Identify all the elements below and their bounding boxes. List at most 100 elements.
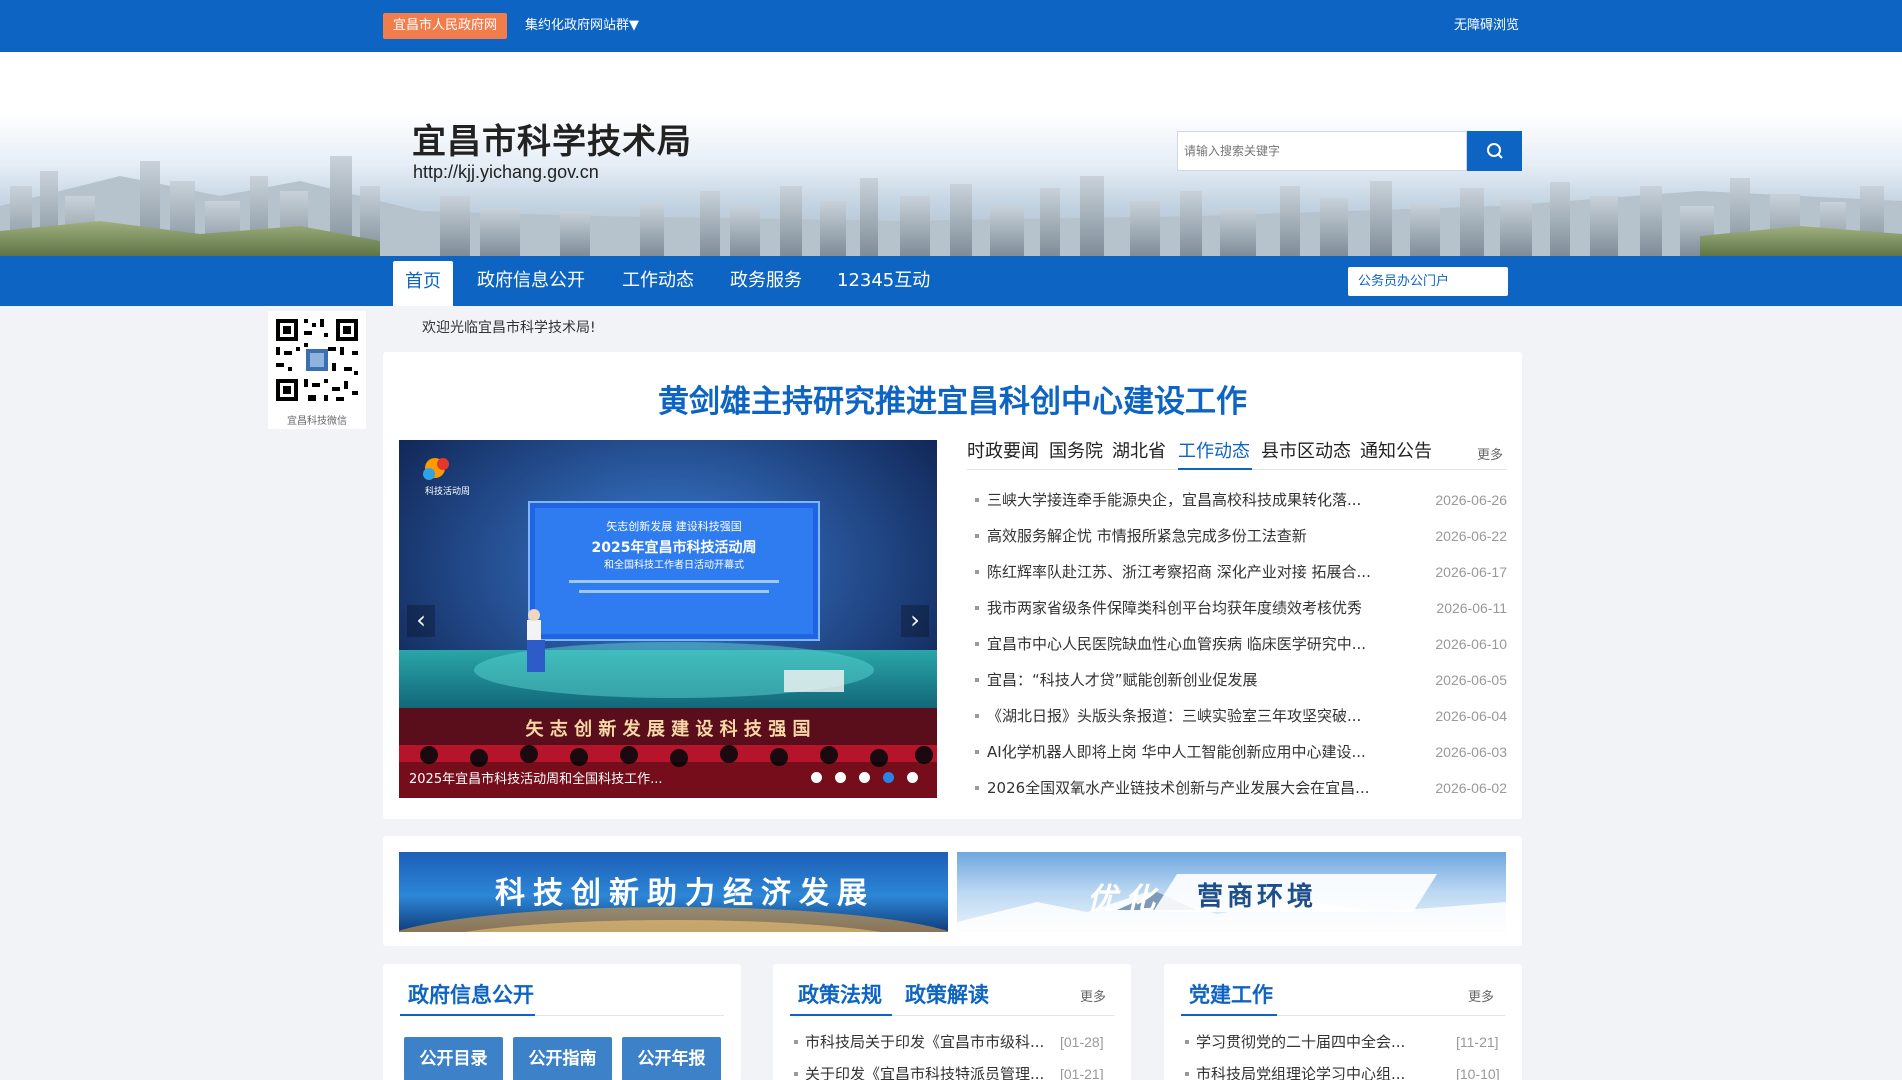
active-tab-underline bbox=[1178, 468, 1252, 470]
news-item[interactable]: 宜昌：“科技人才贷”赋能创新创业促发展 2026-06-05 bbox=[967, 662, 1507, 698]
news-title[interactable]: AI化学机器人即将上岗 华中人工智能创新应用中心建设... bbox=[987, 734, 1397, 770]
screen-slogan: 矢志创新发展 建设科技强国 bbox=[606, 519, 742, 533]
news-date: 2026-06-11 bbox=[1436, 600, 1507, 616]
slider-prev-button[interactable]: ‹ bbox=[407, 605, 435, 637]
news-tabs: 时政要闻 国务院 湖北省 工作动态 县市区动态 通知公告 更多 bbox=[967, 438, 1507, 470]
city-skyline-image bbox=[0, 156, 1902, 256]
news-more-link[interactable]: 更多 bbox=[1477, 444, 1503, 463]
headline-card: 黄剑雄主持研究推进宜昌科创中心建设工作 矢志创新发展 建设科技强国 2025年宜… bbox=[383, 352, 1522, 819]
news-date: 2026-06-26 bbox=[1435, 492, 1507, 508]
news-item[interactable]: 2026全国双氧水产业链技术创新与产业发展大会在宜昌... 2026-06-02 bbox=[967, 770, 1507, 806]
policy-item-date: [01-28] bbox=[1060, 1034, 1104, 1050]
news-title[interactable]: 高效服务解企忧 市情报所紧急完成多份工法查新 bbox=[987, 518, 1397, 554]
news-title[interactable]: 2026全国双氧水产业链技术创新与产业发展大会在宜昌... bbox=[987, 770, 1397, 806]
party-title[interactable]: 党建工作 bbox=[1189, 976, 1273, 1014]
news-title[interactable]: 陈红辉率队赴江苏、浙江考察招商 深化产业对接 拓展合... bbox=[987, 554, 1397, 590]
promo-card: 科技创新助力经济发展 优化 营商环境 bbox=[383, 836, 1522, 946]
gov-info-card: 政府信息公开 公开目录 公开指南 公开年报 bbox=[383, 964, 741, 1080]
policy-item[interactable]: 关于印发《宜昌市科技特派员管理... [01-21] bbox=[790, 1062, 1114, 1080]
news-title[interactable]: 宜昌市中心人民医院缺血性心血管疾病 临床医学研究中... bbox=[987, 626, 1397, 662]
news-item[interactable]: 《湖北日报》头版头条报道：三峡实验室三年攻坚突破... 2026-06-04 bbox=[967, 698, 1507, 734]
wechat-qr-code: 宜昌科技微信 bbox=[268, 311, 366, 429]
accessible-browse-link[interactable]: 无障碍浏览 bbox=[1454, 13, 1519, 39]
slide-caption[interactable]: 2025年宜昌市科技活动周和全国科技工作... bbox=[409, 768, 662, 787]
news-date: 2026-06-04 bbox=[1435, 708, 1507, 724]
top-bar: 宜昌市人民政府网 集约化政府网站群▼ 无障碍浏览 bbox=[0, 0, 1902, 52]
party-item-title[interactable]: 市科技局党组理论学习中心组... bbox=[1196, 1062, 1426, 1080]
news-date: 2026-06-03 bbox=[1435, 744, 1507, 760]
news-item[interactable]: 高效服务解企忧 市情报所紧急完成多份工法查新 2026-06-22 bbox=[967, 518, 1507, 554]
public-guide-button[interactable]: 公开指南 bbox=[513, 1037, 612, 1080]
qr-code-icon bbox=[268, 311, 366, 409]
tab-notices[interactable]: 通知公告 bbox=[1360, 438, 1432, 466]
news-title[interactable]: 宜昌：“科技人才贷”赋能创新创业促发展 bbox=[987, 662, 1397, 698]
nav-item-12345[interactable]: 12345互动 bbox=[837, 256, 930, 306]
policy-header: 政策法规 政策解读 更多 bbox=[790, 976, 1114, 1016]
news-item[interactable]: AI化学机器人即将上岗 华中人工智能创新应用中心建设... 2026-06-03 bbox=[967, 734, 1507, 770]
photo-slider[interactable]: 矢志创新发展 建设科技强国 2025年宜昌市科技活动周 和全国科技工作者日活动开… bbox=[399, 440, 937, 798]
news-title[interactable]: 《湖北日报》头版头条报道：三峡实验室三年攻坚突破... bbox=[987, 698, 1397, 734]
tab-state-council[interactable]: 国务院 bbox=[1049, 438, 1103, 466]
party-item-title[interactable]: 学习贯彻党的二十届四中全会... bbox=[1196, 1030, 1426, 1054]
policy-item[interactable]: 市科技局关于印发《宜昌市市级科... [01-28] bbox=[790, 1030, 1114, 1054]
party-item[interactable]: 学习贯彻党的二十届四中全会... [11-21] bbox=[1181, 1030, 1505, 1054]
headline-link[interactable]: 黄剑雄主持研究推进宜昌科创中心建设工作 bbox=[383, 376, 1522, 421]
slider-dot[interactable] bbox=[907, 772, 918, 783]
public-catalog-button[interactable]: 公开目录 bbox=[404, 1037, 503, 1080]
news-date: 2026-06-22 bbox=[1435, 528, 1507, 544]
news-item[interactable]: 宜昌市中心人民医院缺血性心血管疾病 临床医学研究中... 2026-06-10 bbox=[967, 626, 1507, 662]
policy-item-date: [01-21] bbox=[1060, 1066, 1104, 1080]
tab-work-news[interactable]: 工作动态 bbox=[1178, 438, 1250, 466]
slide-logo-text: 科技活动周 bbox=[425, 485, 470, 497]
gov-portal-link[interactable]: 宜昌市人民政府网 bbox=[383, 13, 508, 39]
tab-hubei[interactable]: 湖北省 bbox=[1112, 438, 1166, 466]
promo-optimize-text: 优化 bbox=[1087, 882, 1163, 917]
slider-next-button[interactable]: › bbox=[901, 605, 929, 637]
slider-dot[interactable] bbox=[859, 772, 870, 783]
slider-dot[interactable] bbox=[811, 772, 822, 783]
promo-innovation-text: 科技创新助力经济发展 bbox=[495, 876, 875, 911]
news-item[interactable]: 陈红辉率队赴江苏、浙江考察招商 深化产业对接 拓展合... 2026-06-17 bbox=[967, 554, 1507, 590]
public-annual-report-button[interactable]: 公开年报 bbox=[622, 1037, 721, 1080]
party-item-date: [11-21] bbox=[1456, 1034, 1499, 1050]
party-more-link[interactable]: 更多 bbox=[1468, 986, 1494, 1005]
party-item[interactable]: 市科技局党组理论学习中心组... [10-10] bbox=[1181, 1062, 1505, 1080]
news-date: 2026-06-05 bbox=[1435, 672, 1507, 688]
tab-policy-regulations[interactable]: 政策法规 bbox=[798, 976, 882, 1014]
news-item[interactable]: 三峡大学接连牵手能源央企，宜昌高校科技成果转化落... 2026-06-26 bbox=[967, 482, 1507, 518]
policy-more-link[interactable]: 更多 bbox=[1080, 986, 1106, 1005]
gov-info-title[interactable]: 政府信息公开 bbox=[408, 976, 534, 1014]
site-group-dropdown[interactable]: 集约化政府网站群▼ bbox=[525, 13, 639, 39]
screen-title: 2025年宜昌市科技活动周 bbox=[592, 539, 757, 556]
search-input[interactable] bbox=[1177, 131, 1467, 171]
party-item-date: [10-10] bbox=[1456, 1066, 1500, 1080]
promo-banner-business[interactable]: 优化 营商环境 bbox=[957, 852, 1506, 932]
search-box bbox=[1177, 131, 1522, 171]
slider-dot[interactable] bbox=[835, 772, 846, 783]
header-banner: 宜昌市科学技术局 http://kjj.yichang.gov.cn bbox=[0, 52, 1902, 256]
nav-item-gov-info[interactable]: 政府信息公开 bbox=[477, 256, 585, 306]
tab-county-news[interactable]: 县市区动态 bbox=[1261, 438, 1351, 466]
nav-item-home[interactable]: 首页 bbox=[393, 261, 453, 306]
site-title: 宜昌市科学技术局 bbox=[412, 122, 692, 162]
promo-business-text: 营商环境 bbox=[1197, 882, 1318, 912]
search-button[interactable] bbox=[1467, 131, 1522, 171]
party-header: 党建工作 更多 bbox=[1181, 976, 1505, 1016]
main-nav: 首页 政府信息公开 工作动态 政务服务 12345互动 公务员办公门户 bbox=[0, 256, 1902, 306]
nav-item-work-news[interactable]: 工作动态 bbox=[622, 256, 694, 306]
tab-policy-interpretation[interactable]: 政策解读 bbox=[905, 976, 989, 1014]
gov-info-header: 政府信息公开 bbox=[400, 976, 724, 1016]
policy-card: 政策法规 政策解读 更多 市科技局关于印发《宜昌市市级科... [01-28] … bbox=[773, 964, 1131, 1080]
policy-item-title[interactable]: 市科技局关于印发《宜昌市市级科... bbox=[805, 1030, 1055, 1054]
news-title[interactable]: 我市两家省级条件保障类科创平台均获年度绩效考核优秀 bbox=[987, 590, 1397, 626]
civil-servant-portal-button[interactable]: 公务员办公门户 bbox=[1348, 267, 1508, 296]
search-icon bbox=[1486, 143, 1503, 159]
policy-item-title[interactable]: 关于印发《宜昌市科技特派员管理... bbox=[805, 1062, 1055, 1080]
nav-item-gov-service[interactable]: 政务服务 bbox=[730, 256, 802, 306]
news-item[interactable]: 我市两家省级条件保障类科创平台均获年度绩效考核优秀 2026-06-11 bbox=[967, 590, 1507, 626]
tab-politics[interactable]: 时政要闻 bbox=[967, 438, 1039, 466]
news-title[interactable]: 三峡大学接连牵手能源央企，宜昌高校科技成果转化落... bbox=[987, 482, 1397, 518]
slider-dot-active[interactable] bbox=[883, 772, 894, 783]
promo-banner-innovation[interactable]: 科技创新助力经济发展 bbox=[399, 852, 948, 932]
party-card: 党建工作 更多 学习贯彻党的二十届四中全会... [11-21] 市科技局党组理… bbox=[1164, 964, 1522, 1080]
